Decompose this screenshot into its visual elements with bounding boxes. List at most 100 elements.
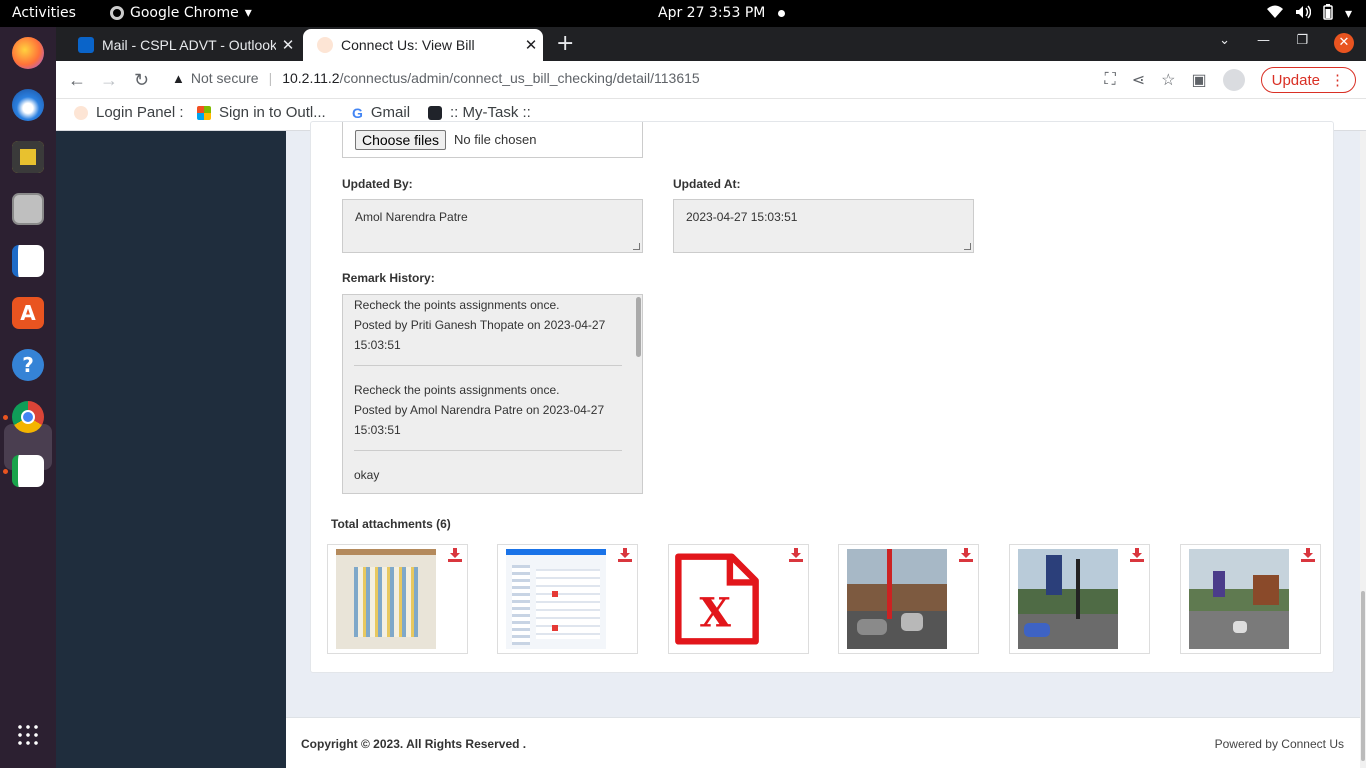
app-menu[interactable]: Google Chrome ▾ (110, 5, 252, 21)
writer-icon[interactable] (12, 245, 44, 277)
no-file-text: No file chosen (454, 132, 537, 147)
page-scrollbar[interactable] (1360, 131, 1366, 768)
copyright-text: Copyright © 2023. All Rights Reserved . (301, 737, 527, 751)
download-icon[interactable] (959, 548, 973, 562)
download-icon[interactable] (789, 548, 803, 562)
remark-item: okay (343, 451, 642, 485)
bookmark-outlook[interactable]: Sign in to Outl... (197, 104, 326, 121)
files-icon[interactable] (12, 193, 44, 225)
chrome-running-indicator (3, 415, 8, 420)
system-tray[interactable]: ▾ (1266, 4, 1352, 24)
bookmark-star-icon[interactable]: ☆ (1161, 70, 1175, 90)
updated-by-field[interactable]: Amol Narendra Patre (342, 199, 643, 253)
back-icon[interactable]: ← (68, 70, 86, 91)
bill-detail-card: Choose files No file chosen Updated By: … (310, 121, 1334, 673)
tab-search-icon[interactable]: ⌄ (1219, 33, 1230, 48)
url-host: 10.2.11.2 (282, 70, 340, 86)
chrome-small-icon (110, 6, 124, 20)
wifi-icon (1266, 5, 1283, 23)
tab-outlook[interactable]: Mail - CSPL ADVT - Outlook ✕ (64, 29, 300, 61)
attachment-thumbnail[interactable] (336, 549, 436, 649)
updated-at-value: 2023-04-27 15:03:51 (686, 210, 798, 224)
activities-button[interactable]: Activities (12, 5, 76, 21)
address-bar[interactable]: ▲ Not secure | 10.2.11.2/connectus/admin… (172, 70, 700, 86)
close-window-button[interactable]: ✕ (1334, 33, 1354, 53)
download-icon[interactable] (618, 548, 632, 562)
connect-us-favicon (74, 105, 88, 120)
svg-text:X: X (699, 589, 731, 637)
resize-handle-icon[interactable] (633, 243, 640, 250)
new-tab-button[interactable]: + (556, 31, 574, 56)
updated-at-field[interactable]: 2023-04-27 15:03:51 (673, 199, 974, 253)
close-tab-icon[interactable]: ✕ (519, 36, 543, 54)
toolbar-actions: ⛶ ⋖ ☆ ▣ Update ⋮ (1105, 67, 1356, 93)
show-apps-icon[interactable] (16, 723, 40, 747)
bookmark-label: :: My-Task :: (450, 104, 531, 121)
bookmark-my-task[interactable]: :: My-Task :: (428, 104, 531, 121)
rhythmbox-icon[interactable] (12, 141, 44, 173)
attachment-thumbnail[interactable] (506, 549, 606, 649)
url-separator: | (268, 70, 273, 86)
bookmark-gmail[interactable]: G Gmail (352, 104, 410, 121)
excel-file-icon[interactable]: X (671, 547, 763, 651)
download-icon[interactable] (1130, 548, 1144, 562)
page-footer: Copyright © 2023. All Rights Reserved . … (286, 717, 1366, 768)
attachment-thumbnail[interactable] (1189, 549, 1289, 649)
security-label: Not secure (190, 70, 259, 86)
tab-connect-us[interactable]: Connect Us: View Bill ✕ (303, 29, 543, 61)
help-icon[interactable]: ? (12, 349, 44, 381)
software-center-icon[interactable]: A (12, 297, 44, 329)
reload-icon[interactable]: ↻ (134, 70, 149, 91)
app-menu-label: Google Chrome (130, 5, 239, 21)
clock[interactable]: Apr 27 3:53 PM (658, 5, 765, 21)
page-scrollbar-thumb[interactable] (1361, 591, 1365, 761)
tab-strip: Mail - CSPL ADVT - Outlook ✕ Connect Us:… (56, 27, 1366, 61)
attachment-thumbnail[interactable] (847, 549, 947, 649)
maximize-icon[interactable]: ❐ (1296, 33, 1308, 48)
thunderbird-icon[interactable] (12, 89, 44, 121)
update-button[interactable]: Update ⋮ (1260, 67, 1356, 93)
attachment-card[interactable]: X (668, 544, 809, 654)
tab-title: Mail - CSPL ADVT - Outlook (102, 37, 276, 53)
remark-history-box[interactable]: Recheck the points assignments once. Pos… (342, 294, 643, 494)
download-icon[interactable] (448, 548, 462, 562)
profile-avatar[interactable] (1222, 69, 1245, 91)
calc-running-indicator (3, 469, 8, 474)
choose-files-button[interactable]: Choose files (355, 129, 447, 150)
download-icon[interactable] (1301, 548, 1315, 562)
minimize-icon[interactable]: — (1257, 33, 1270, 48)
remark-scrollbar[interactable] (636, 297, 641, 357)
dock: A ? (0, 27, 56, 768)
chrome-icon[interactable] (12, 401, 44, 433)
attachment-card[interactable] (327, 544, 468, 654)
notification-dot (778, 10, 785, 17)
bookmark-login-panel[interactable]: Login Panel : (74, 104, 184, 121)
bookmark-label: Login Panel : (96, 104, 184, 121)
forward-icon[interactable]: → (100, 70, 118, 91)
close-tab-icon[interactable]: ✕ (276, 36, 300, 54)
updated-by-label: Updated By: (342, 177, 413, 191)
remark-history-label: Remark History: (342, 271, 435, 285)
attachment-card[interactable] (497, 544, 638, 654)
remark-text: okay (354, 468, 380, 482)
kebab-menu-icon: ⋮ (1330, 72, 1345, 89)
file-upload-field[interactable]: Choose files No file chosen (342, 122, 643, 158)
attachment-card[interactable] (838, 544, 979, 654)
volume-icon (1295, 5, 1312, 23)
app-sidebar (56, 131, 286, 768)
calc-icon[interactable] (12, 455, 44, 487)
share-icon[interactable]: ⋖ (1132, 70, 1145, 90)
firefox-icon[interactable] (12, 37, 44, 69)
side-panel-icon[interactable]: ▣ (1192, 70, 1207, 90)
url-path: /connectus/admin/connect_us_bill_checkin… (339, 70, 700, 86)
translate-icon[interactable]: ⛶ (1105, 71, 1116, 89)
attachment-card[interactable] (1180, 544, 1321, 654)
attachment-thumbnail[interactable] (1018, 549, 1118, 649)
resize-handle-icon[interactable] (964, 243, 971, 250)
main-content: Choose files No file chosen Updated By: … (286, 121, 1366, 768)
powered-by-text: Powered by Connect Us (1214, 737, 1344, 751)
battery-icon (1323, 4, 1333, 24)
attachment-card[interactable] (1009, 544, 1150, 654)
bookmark-label: Sign in to Outl... (219, 104, 326, 121)
google-icon: G (352, 104, 363, 121)
